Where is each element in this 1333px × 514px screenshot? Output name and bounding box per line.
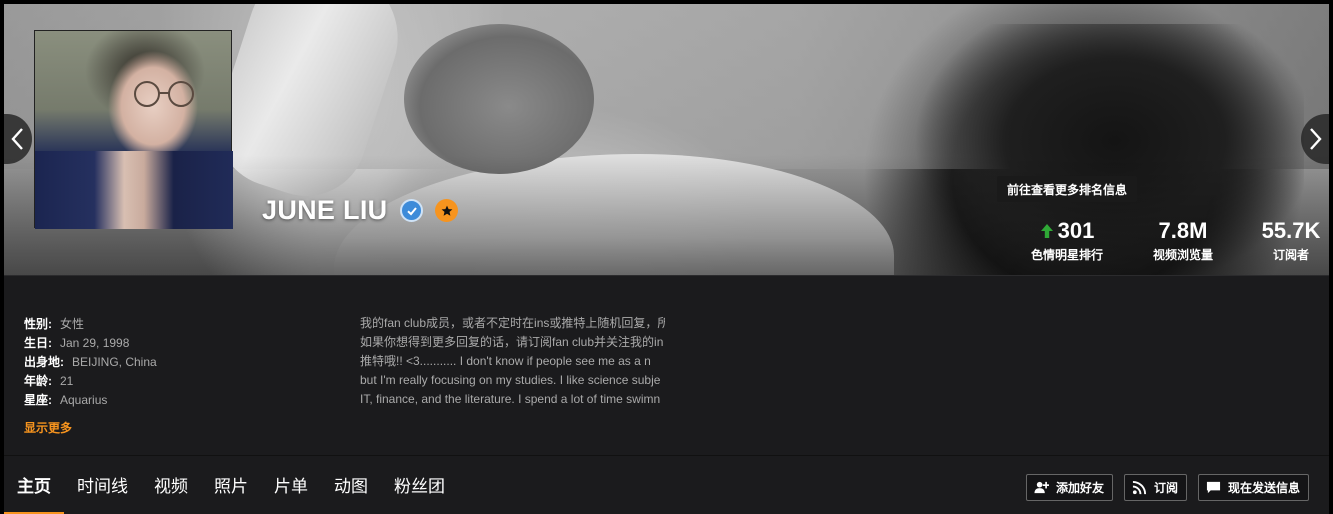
send-message-button[interactable]: 现在发送信息 — [1197, 474, 1309, 501]
add-friend-button[interactable]: 添加好友 — [1025, 474, 1113, 501]
detail-zodiac: 星座: Aquarius — [24, 390, 157, 409]
rank-label: 色情明星排行 — [1030, 248, 1103, 262]
tab-fan-club[interactable]: 粉丝团 — [381, 456, 458, 513]
profile-stats: 301 色情明星排行 7.8M 视频浏览量 55.7K 订阅者 — [1020, 218, 1332, 263]
bio-line: 如果你想得到更多回复的话，请订阅fan club并关注我的in — [360, 335, 664, 349]
profile-details: 性别: 女性 生日: Jan 29, 1998 出身地: BEIJING, Ch… — [24, 314, 157, 409]
detail-value: 21 — [60, 373, 74, 388]
add-user-icon — [1034, 481, 1049, 494]
tab-gifs[interactable]: 动图 — [321, 456, 381, 513]
avatar[interactable] — [34, 30, 233, 229]
detail-value: 女性 — [60, 317, 85, 331]
detail-birthday: 生日: Jan 29, 1998 — [24, 333, 157, 352]
rank-tooltip: 前往查看更多排名信息 — [997, 176, 1138, 208]
subscribers-value: 55.7K — [1261, 218, 1321, 243]
add-friend-label: 添加好友 — [1055, 481, 1104, 495]
send-message-label: 现在发送信息 — [1227, 481, 1300, 495]
subscribers-label: 订阅者 — [1272, 248, 1309, 262]
verified-badge[interactable] — [400, 199, 424, 222]
chevron-left-icon — [11, 128, 23, 150]
avatar-jacket — [35, 151, 233, 229]
rank-value: 301 — [1057, 218, 1095, 243]
star-badge[interactable] — [435, 199, 459, 222]
views-value: 7.8M — [1158, 218, 1208, 243]
detail-key: 星座: — [24, 393, 52, 407]
bio-line: IT, finance, and the literature. I spend… — [360, 392, 661, 406]
profile-tab-bar: 主页 时间线 视频 照片 片单 动图 粉丝团 添加好友 订阅 现在发送信息 — [4, 455, 1329, 514]
detail-value: Jan 29, 1998 — [60, 335, 130, 350]
tab-home[interactable]: 主页 — [4, 456, 64, 514]
profile-bio: 我的fan club成员，或者不定时在ins或推特上随机回复，所 如果你想得到更… — [360, 314, 665, 409]
avatar-glasses — [134, 81, 194, 107]
profile-actions: 添加好友 订阅 现在发送信息 — [1015, 474, 1309, 501]
tab-playlists[interactable]: 片单 — [261, 456, 321, 513]
profile-name: JUNE LIU — [262, 195, 388, 225]
detail-key: 出身地: — [24, 355, 64, 369]
star-badge-icon — [441, 205, 453, 216]
views-stat: 7.8M 视频浏览量 — [1126, 218, 1240, 263]
detail-gender: 性别: 女性 — [24, 314, 157, 333]
rank-stat[interactable]: 301 色情明星排行 — [1020, 218, 1114, 263]
profile-header: JUNE LIU — [262, 195, 459, 226]
bio-line: 推特哦!! <3........... I don't know if peop… — [360, 354, 651, 368]
detail-age: 年龄: 21 — [24, 371, 157, 390]
bio-line: 我的fan club成员，或者不定时在ins或推特上随机回复，所 — [360, 316, 665, 330]
subscribe-button[interactable]: 订阅 — [1123, 474, 1187, 501]
detail-value: BEIJING, China — [72, 354, 157, 369]
arrow-up-icon — [1040, 224, 1053, 238]
rss-icon — [1132, 480, 1147, 495]
chat-bubble-icon — [1206, 481, 1221, 494]
show-more-link[interactable]: 显示更多 — [24, 419, 72, 436]
detail-key: 性别: — [24, 317, 52, 331]
verified-check-icon — [407, 206, 417, 215]
tab-videos[interactable]: 视频 — [141, 456, 201, 513]
tab-timeline[interactable]: 时间线 — [64, 456, 141, 513]
detail-value: Aquarius — [60, 392, 108, 407]
detail-birthplace: 出身地: BEIJING, China — [24, 352, 157, 371]
views-label: 视频浏览量 — [1152, 248, 1213, 262]
detail-key: 生日: — [24, 336, 52, 350]
bio-line: but I'm really focusing on my studies. I… — [360, 373, 661, 387]
subscribers-stat: 55.7K 订阅者 — [1250, 218, 1332, 263]
profile-info-panel: 性别: 女性 生日: Jan 29, 1998 出身地: BEIJING, Ch… — [4, 275, 1329, 455]
cover-plush-toy — [404, 24, 594, 174]
chevron-right-icon — [1310, 128, 1322, 150]
tab-photos[interactable]: 照片 — [201, 456, 261, 513]
subscribe-label: 订阅 — [1153, 481, 1178, 495]
detail-key: 年龄: — [24, 374, 52, 388]
